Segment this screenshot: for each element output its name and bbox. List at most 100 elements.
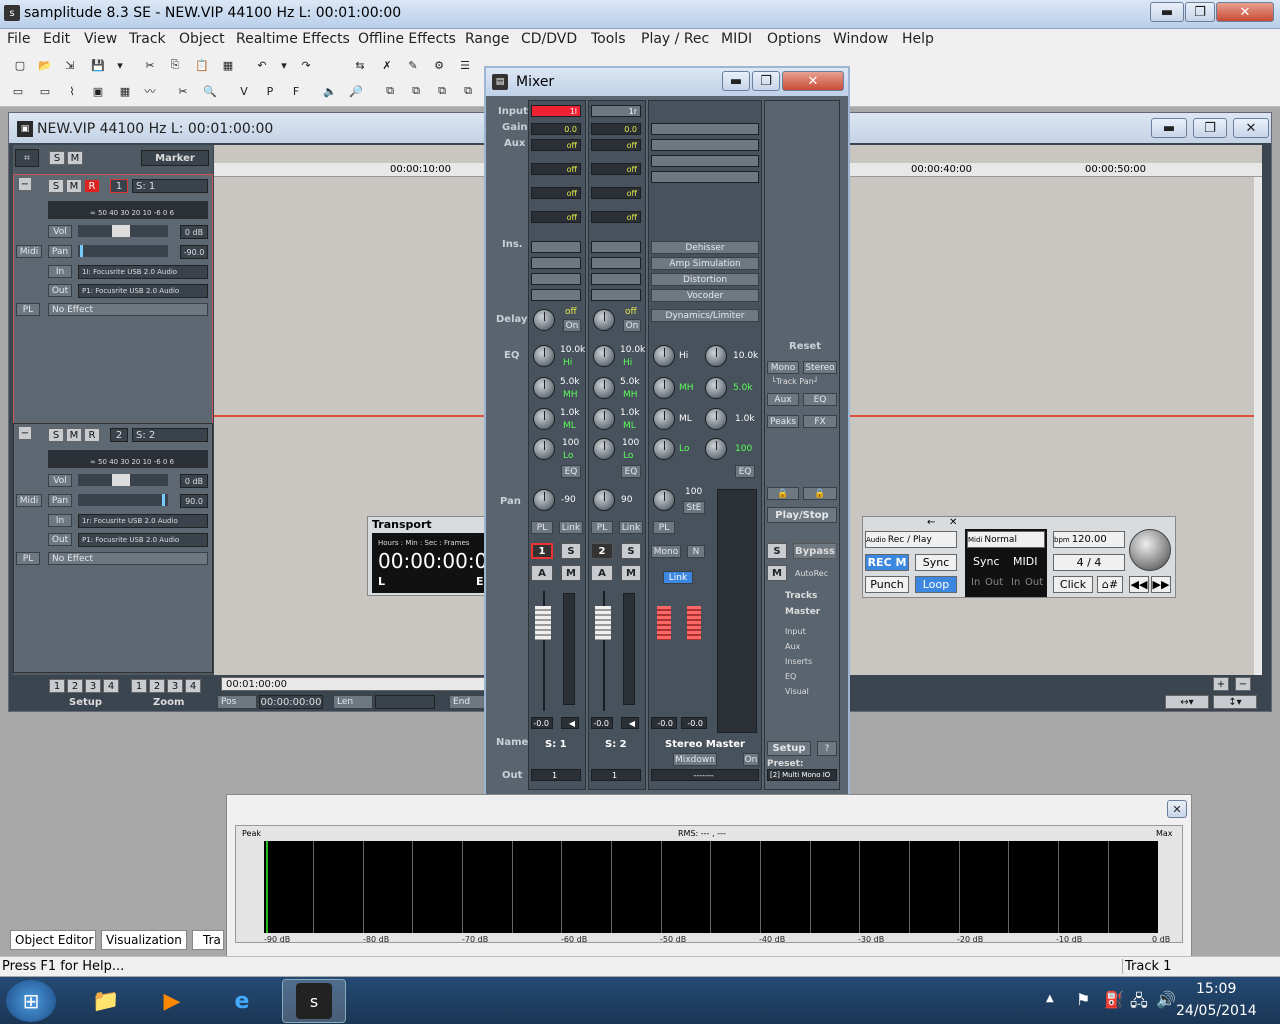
ch2-fader-handle[interactable] [595, 606, 611, 640]
track-2-in-select[interactable]: 1r: Focusrite USB 2.0 Audio [78, 514, 208, 528]
ch1-delay-on-button[interactable]: On [563, 319, 581, 332]
master-n-button[interactable]: N [687, 545, 705, 558]
master-aux-select-3[interactable] [651, 155, 759, 167]
zoom-1-button[interactable]: 1 [131, 679, 147, 693]
ch2-eq-ml-knob[interactable] [593, 408, 615, 430]
ch1-pan-knob[interactable] [533, 489, 555, 511]
ch1-input-select[interactable]: 1l [531, 105, 581, 117]
track-2-pl-button[interactable]: PL [16, 552, 40, 565]
track-2-number[interactable]: 2 [110, 428, 128, 442]
mixer-help-button[interactable]: ? [817, 741, 837, 756]
track-grid-button[interactable]: ⌗ [15, 149, 39, 167]
ch2-pan-knob[interactable] [593, 489, 615, 511]
loop-button[interactable]: Loop [915, 576, 957, 593]
master-insert-5[interactable]: Dynamics/Limiter [651, 309, 759, 322]
bpm-field[interactable]: bpm 120.00 [1053, 531, 1125, 548]
ch1-delay-knob[interactable] [533, 309, 555, 331]
tool-vst-icon[interactable]: F [286, 81, 306, 101]
vip-minimize-button[interactable]: ▬ [1151, 118, 1187, 138]
ch2-input-select[interactable]: 1r [591, 105, 641, 117]
track-2-effect-select[interactable]: No Effect [48, 552, 208, 565]
master-aux-select-4[interactable] [651, 171, 759, 183]
list-icon[interactable]: ☰ [455, 55, 475, 75]
ch2-m-button[interactable]: M [621, 565, 641, 581]
window4-icon[interactable]: ⧉ [458, 81, 478, 101]
track-1-mute-button[interactable]: M [66, 179, 82, 193]
ch2-out-select[interactable]: 1 [591, 769, 641, 781]
ch1-insert3[interactable] [531, 273, 581, 285]
fx-reset-button[interactable]: FX [803, 415, 837, 428]
ch1-aux4[interactable]: off [531, 211, 581, 223]
track-1-effect-select[interactable]: No Effect [48, 303, 208, 316]
menu-cd-dvd[interactable]: CD/DVD [521, 31, 577, 47]
ch2-aux2[interactable]: off [591, 163, 641, 175]
start-button[interactable]: ⊞ [6, 980, 56, 1022]
tool-pan-icon[interactable]: P [260, 81, 280, 101]
stereo-button[interactable]: Stereo [803, 361, 837, 374]
rec-m-button[interactable]: REC M [865, 554, 909, 571]
ch1-solo-button[interactable]: S [561, 543, 581, 559]
track-1-midi-label[interactable]: Midi [16, 245, 42, 258]
menu-realtime-effects[interactable]: Realtime Effects [236, 31, 350, 47]
tracks-toggle[interactable]: Tracks [785, 591, 817, 601]
ch2-delay-knob[interactable] [593, 309, 615, 331]
tool-object-icon[interactable]: ▭ [35, 81, 55, 101]
side-s-button[interactable]: S [767, 543, 787, 559]
track-1-solo-button[interactable]: S [48, 179, 64, 193]
master-eq-mh-knob[interactable] [653, 377, 675, 399]
ch1-eq-ml-knob[interactable] [533, 408, 555, 430]
track-2-rec-button[interactable]: R [84, 428, 100, 442]
master-pan-knob[interactable] [653, 489, 675, 511]
menu-file[interactable]: File [7, 31, 30, 47]
ch1-eq-button[interactable]: EQ [561, 465, 581, 478]
master-eq-ml-knob[interactable] [653, 408, 675, 430]
master-aux-select-1[interactable] [651, 123, 759, 135]
aux-toggle[interactable]: Aux [785, 642, 800, 651]
menu-offline-effects[interactable]: Offline Effects [358, 31, 456, 47]
setup-4-button[interactable]: 4 [103, 679, 119, 693]
ch2-insert2[interactable] [591, 257, 641, 269]
track-2-out-select[interactable]: P1: Focusrite USB 2.0 Audio [78, 533, 208, 547]
master-aux-select-2[interactable] [651, 139, 759, 151]
new-file-icon[interactable]: ▢ [10, 55, 30, 75]
tool-select-icon[interactable]: ▣ [88, 81, 108, 101]
tool-scissor-icon[interactable]: ✂ [173, 81, 193, 101]
master-eq-hi-knob[interactable] [653, 345, 675, 367]
mute-all-button[interactable]: M [67, 151, 83, 165]
explorer-taskbar-button[interactable]: 📁 [74, 979, 138, 1023]
network-icon[interactable]: 🖧 [1130, 990, 1148, 1017]
show-hidden-icons[interactable]: ▲ [1046, 993, 1054, 1004]
menu-midi[interactable]: MIDI [721, 31, 752, 47]
vip-maximize-button[interactable]: ❐ [1193, 118, 1227, 138]
zoom-in-button[interactable]: + [1213, 677, 1229, 691]
master-insert-1[interactable]: Dehisser [651, 241, 759, 254]
ch2-insert4[interactable] [591, 289, 641, 301]
cut-icon[interactable]: ✂ [140, 55, 160, 75]
media-player-taskbar-button[interactable]: ▶ [140, 979, 204, 1023]
master-eq-lo-freq-knob[interactable] [705, 438, 727, 460]
dropdown-icon[interactable]: ▾ [110, 55, 130, 75]
ch1-aux2[interactable]: off [531, 163, 581, 175]
sync-button[interactable]: Sync [915, 554, 957, 571]
peaks-reset-button[interactable]: Peaks [767, 415, 799, 428]
window3-icon[interactable]: ⧉ [432, 81, 452, 101]
track-1-number[interactable]: 1 [110, 179, 128, 193]
tool-curve-icon[interactable]: ⌇ [62, 81, 82, 101]
ch2-eq-hi-knob[interactable] [593, 345, 615, 367]
input-toggle[interactable]: Input [785, 627, 806, 636]
track-1-out-select[interactable]: P1: Focusrite USB 2.0 Audio [78, 284, 208, 298]
ch2-insert1[interactable] [591, 241, 641, 253]
ch1-insert2[interactable] [531, 257, 581, 269]
ch2-number-button[interactable]: 2 [591, 543, 613, 559]
mixer-maximize-button[interactable]: ❐ [752, 71, 780, 91]
paste-icon[interactable]: 📋 [192, 55, 212, 75]
ch1-solo-safe-button[interactable]: ◀ [561, 717, 579, 729]
visual-toggle[interactable]: Visual [785, 687, 809, 696]
master-eq-hi-freq-knob[interactable] [705, 345, 727, 367]
zoom-4-button[interactable]: 4 [185, 679, 201, 693]
window2-icon[interactable]: ⧉ [406, 81, 426, 101]
pos-value[interactable]: 00:00:00:00 [259, 695, 323, 709]
ch1-a-button[interactable]: A [531, 565, 553, 581]
master-insert-2[interactable]: Amp Simulation [651, 257, 759, 270]
ch2-delay-on-button[interactable]: On [623, 319, 641, 332]
